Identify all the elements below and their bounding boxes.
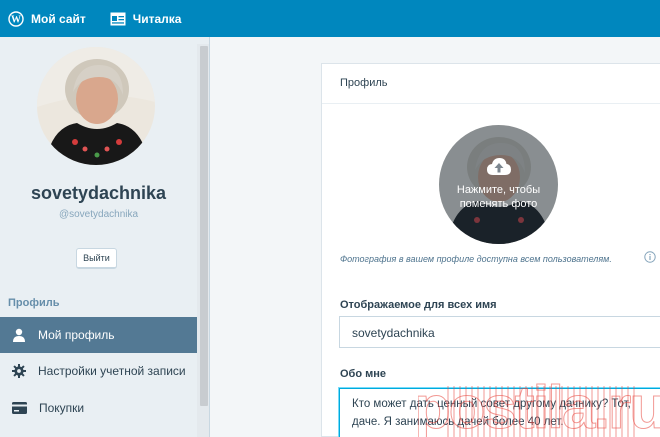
- sidebar-item-purchases[interactable]: Покупки: [0, 390, 197, 426]
- reader-button[interactable]: Читалка: [102, 0, 192, 37]
- profile-username: sovetydachnika: [30, 183, 167, 203]
- about-label: Обо мне: [340, 368, 387, 380]
- sidebar-item-label: Настройки учетной записи: [38, 364, 186, 378]
- display-name-field[interactable]: sovetydachnika: [339, 316, 660, 348]
- my-site-button[interactable]: W Мой сайт: [0, 0, 96, 37]
- wordpress-logo-icon: W: [8, 10, 24, 27]
- change-photo-label: Нажмите, чтобы поменять фото: [456, 184, 541, 210]
- sidebar-item-label: Покупки: [39, 401, 85, 415]
- reader-label: Читалка: [132, 11, 182, 26]
- profile-section-label: Профиль: [8, 297, 60, 309]
- sidebar-item-my-profile[interactable]: Мой профиль: [0, 317, 197, 353]
- change-photo-button[interactable]: Нажмите, чтобы поменять фото: [439, 125, 558, 244]
- reader-icon: [110, 12, 126, 25]
- person-icon: [13, 328, 25, 342]
- card-header: Профиль: [322, 64, 660, 104]
- sidebar-item-label: Мой профиль: [38, 328, 115, 342]
- postila-watermark: postila.ru: [418, 376, 660, 437]
- svg-text:W: W: [11, 14, 21, 25]
- credit-card-icon: [12, 402, 27, 414]
- info-icon[interactable]: [644, 251, 656, 263]
- sidebar-scrollbar-thumb[interactable]: [200, 46, 208, 406]
- display-name-label: Отображаемое для всех имя: [340, 299, 497, 311]
- sidebar-item-account-settings[interactable]: Настройки учетной записи: [0, 353, 197, 389]
- avatar-overlay[interactable]: Нажмите, чтобы поменять фото: [439, 125, 558, 244]
- logout-button[interactable]: Выйти: [76, 248, 117, 269]
- gear-icon: [12, 364, 26, 378]
- masterbar: W Мой сайт Читалка: [0, 0, 660, 37]
- my-site-label: Мой сайт: [31, 11, 86, 26]
- profile-avatar: [37, 47, 155, 165]
- photo-visibility-note: Фотография в вашем профиле доступна всем…: [340, 254, 612, 264]
- profile-handle: @sovetydachnika: [58, 209, 139, 220]
- cloud-upload-icon: [486, 158, 511, 175]
